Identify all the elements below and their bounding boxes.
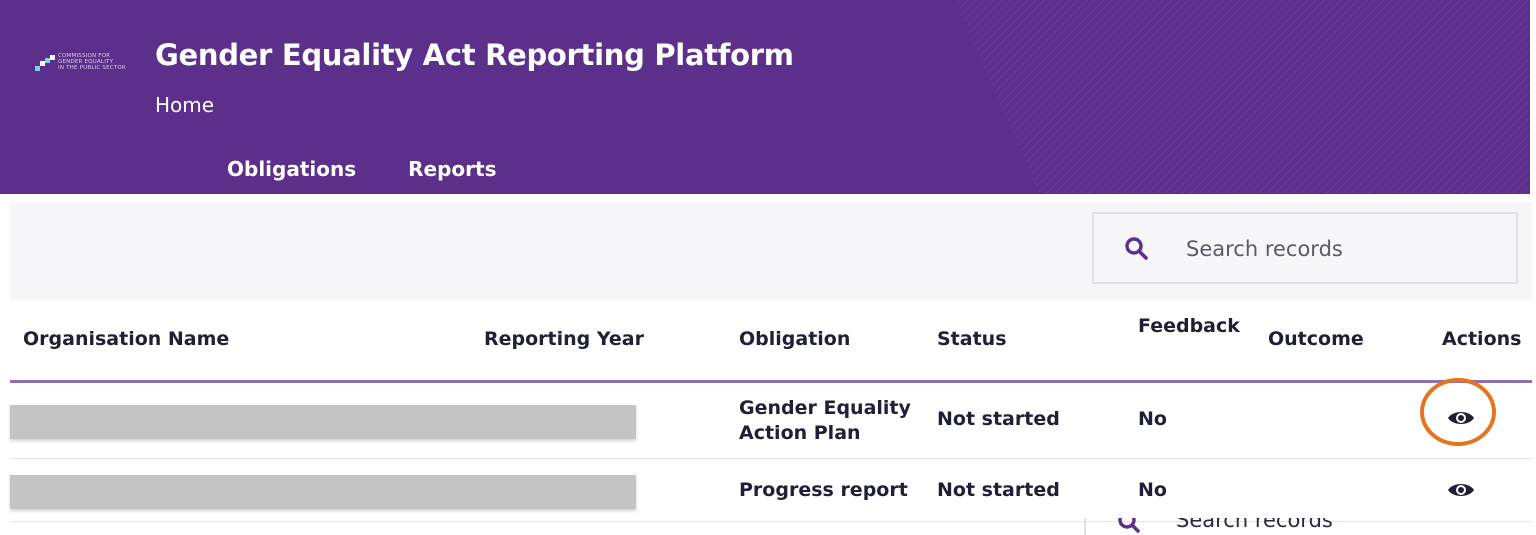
- redacted-organisation-name: [10, 405, 636, 439]
- search-icon: [1118, 518, 1140, 533]
- column-header-outcome[interactable]: Outcome: [1268, 328, 1364, 350]
- breadcrumb-home[interactable]: Home: [155, 93, 214, 117]
- search-input[interactable]: [1184, 228, 1508, 270]
- obligation-text-line: Action Plan: [739, 422, 861, 444]
- overlapping-search-box: Search records: [1084, 518, 1536, 535]
- redacted-organisation-name: [10, 475, 636, 509]
- search-box[interactable]: [1092, 212, 1518, 284]
- logo-text-line: IN THE PUBLIC SECTOR: [58, 65, 126, 71]
- logo-mark-square: [50, 55, 55, 60]
- app-title: Gender Equality Act Reporting Platform: [155, 38, 794, 72]
- status-cell: Not started: [937, 408, 1060, 430]
- column-header-feedback[interactable]: Feedback: [1138, 315, 1240, 337]
- commission-logo[interactable]: COMMISSION FOR GENDER EQUALITY IN THE PU…: [30, 52, 148, 78]
- column-header-obligation[interactable]: Obligation: [739, 328, 850, 350]
- obligation-cell: Gender Equality Action Plan: [739, 396, 911, 446]
- obligation-text-line: Gender Equality: [739, 397, 911, 419]
- nav-tab-reports[interactable]: Reports: [408, 157, 496, 181]
- feedback-cell: No: [1138, 479, 1167, 501]
- app-header: COMMISSION FOR GENDER EQUALITY IN THE PU…: [0, 0, 1530, 194]
- column-header-status[interactable]: Status: [937, 328, 1007, 350]
- eye-icon[interactable]: [1447, 481, 1475, 499]
- row-divider: [10, 458, 1532, 459]
- obligation-cell: Progress report: [739, 479, 908, 501]
- logo-text: COMMISSION FOR GENDER EQUALITY IN THE PU…: [58, 53, 126, 71]
- feedback-cell: No: [1138, 408, 1167, 430]
- status-cell: Not started: [937, 479, 1060, 501]
- search-icon: [1125, 237, 1148, 260]
- column-header-actions: Actions: [1442, 328, 1522, 350]
- column-header-reporting-year[interactable]: Reporting Year: [484, 328, 644, 350]
- nav-tab-obligations[interactable]: Obligations: [227, 157, 356, 181]
- column-header-organisation-name[interactable]: Organisation Name: [23, 328, 229, 350]
- logo-mark-square: [35, 66, 40, 71]
- main-nav: Obligations Reports: [227, 157, 497, 181]
- table-header-divider: [10, 380, 1532, 383]
- highlight-ring: [1420, 378, 1496, 446]
- overlapping-search-text: Search records: [1176, 518, 1333, 532]
